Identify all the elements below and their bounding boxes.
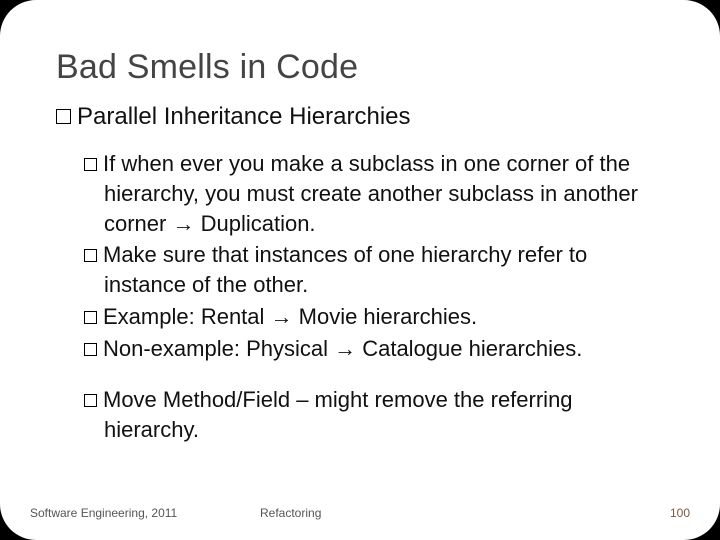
square-bullet-icon (84, 343, 97, 356)
heading-text: Parallel Inheritance Hierarchies (77, 103, 411, 130)
point-text: If when ever you make a subclass in one … (103, 151, 638, 235)
square-bullet-icon (84, 158, 97, 171)
list-item: Make sure that instances of one hierarch… (84, 240, 664, 299)
list-item: Parallel Inheritance Hierarchies (56, 101, 664, 133)
slide-title: Bad Smells in Code (56, 48, 664, 87)
point-text: Make sure that instances of one hierarch… (103, 242, 587, 297)
list-item: Move Method/Field – might remove the ref… (84, 385, 664, 444)
list-item: Example: Rental → Movie hierarchies. (84, 302, 664, 332)
level1-list: Parallel Inheritance Hierarchies (56, 101, 664, 133)
footer-center: Refactoring (230, 506, 590, 520)
level2-list: If when ever you make a subclass in one … (84, 149, 664, 444)
point-text: Example: Rental → Movie hierarchies. (103, 304, 477, 329)
page-number: 100 (590, 506, 690, 520)
square-bullet-icon (84, 249, 97, 262)
square-bullet-icon (84, 311, 97, 324)
point-text: Move Method/Field – might remove the ref… (103, 387, 573, 442)
point-text: Non-example: Physical → Catalogue hierar… (103, 336, 582, 361)
square-bullet-icon (56, 109, 71, 124)
spacer (84, 365, 664, 385)
list-item: Non-example: Physical → Catalogue hierar… (84, 334, 664, 364)
slide: Bad Smells in Code Parallel Inheritance … (0, 0, 720, 540)
list-item: If when ever you make a subclass in one … (84, 149, 664, 238)
footer-left: Software Engineering, 2011 (30, 506, 230, 520)
square-bullet-icon (84, 394, 97, 407)
footer: Software Engineering, 2011 Refactoring 1… (30, 506, 690, 520)
